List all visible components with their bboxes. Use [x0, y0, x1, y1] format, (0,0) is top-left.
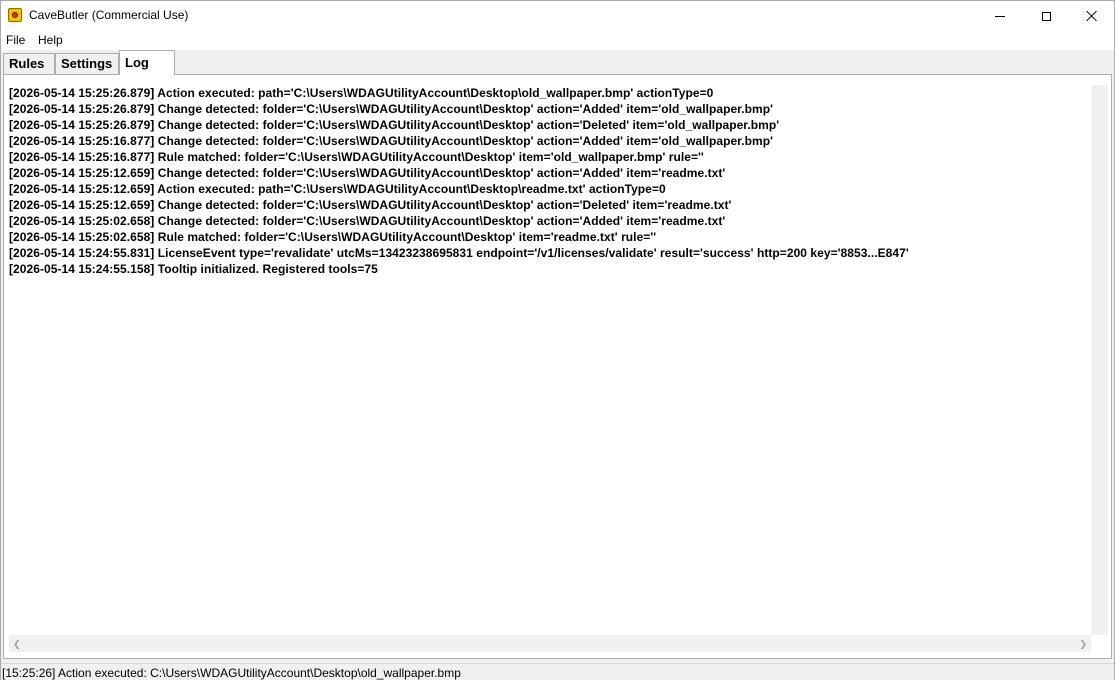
tab-strip: Rules Settings Log	[1, 50, 1114, 75]
chevron-left-icon[interactable]: ❮	[13, 639, 21, 650]
tab-settings[interactable]: Settings	[55, 53, 119, 74]
status-text: [15:25:26] Action executed: C:\Users\WDA…	[2, 666, 461, 680]
title-bar[interactable]: CaveButler (Commercial Use)	[1, 1, 1114, 31]
maximize-icon	[1041, 11, 1051, 21]
log-entry[interactable]: [2026-05-14 15:25:26.879] Action execute…	[9, 85, 1091, 101]
horizontal-scrollbar[interactable]: ❮ ❯	[9, 635, 1091, 652]
status-bar: [15:25:26] Action executed: C:\Users\WDA…	[1, 663, 1114, 680]
log-entry[interactable]: [2026-05-14 15:25:02.658] Rule matched: …	[9, 229, 1091, 245]
menu-file[interactable]: File	[6, 33, 25, 47]
log-entry[interactable]: [2026-05-14 15:24:55.158] Tooltip initia…	[9, 261, 1091, 277]
close-button[interactable]	[1069, 1, 1115, 31]
maximize-button[interactable]	[1023, 1, 1069, 31]
log-entry[interactable]: [2026-05-14 15:25:12.659] Action execute…	[9, 181, 1091, 197]
app-window: CaveButler (Commercial Use) File Help Ru…	[0, 0, 1115, 680]
tab-log[interactable]: Log	[119, 50, 175, 75]
minimize-button[interactable]	[977, 1, 1023, 31]
log-entry[interactable]: [2026-05-14 15:25:16.877] Change detecte…	[9, 133, 1091, 149]
app-icon[interactable]	[8, 8, 22, 22]
close-icon	[1086, 10, 1098, 22]
log-entry[interactable]: [2026-05-14 15:25:16.877] Rule matched: …	[9, 149, 1091, 165]
vertical-scrollbar[interactable]	[1091, 85, 1108, 635]
menu-help[interactable]: Help	[38, 33, 63, 47]
window-title: CaveButler (Commercial Use)	[29, 8, 189, 22]
log-entry[interactable]: [2026-05-14 15:24:55.831] LicenseEvent t…	[9, 245, 1091, 261]
chevron-right-icon[interactable]: ❯	[1079, 639, 1087, 650]
menu-bar: File Help	[1, 31, 1114, 50]
log-panel: [2026-05-14 15:25:26.879] Action execute…	[3, 74, 1112, 659]
minimize-icon	[995, 15, 1005, 17]
tab-rules[interactable]: Rules	[3, 53, 55, 74]
log-entry[interactable]: [2026-05-14 15:25:12.659] Change detecte…	[9, 197, 1091, 213]
log-entry[interactable]: [2026-05-14 15:25:12.659] Change detecte…	[9, 165, 1091, 181]
log-entry[interactable]: [2026-05-14 15:25:26.879] Change detecte…	[9, 101, 1091, 117]
log-entry[interactable]: [2026-05-14 15:25:02.658] Change detecte…	[9, 213, 1091, 229]
log-list[interactable]: [2026-05-14 15:25:26.879] Action execute…	[9, 85, 1091, 635]
log-entry[interactable]: [2026-05-14 15:25:26.879] Change detecte…	[9, 117, 1091, 133]
